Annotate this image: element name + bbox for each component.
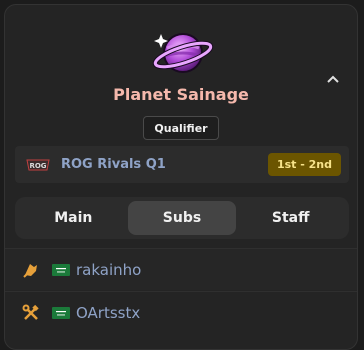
team-name[interactable]: Planet Sainage bbox=[5, 85, 357, 104]
player-name[interactable]: OArtsstx bbox=[76, 304, 140, 322]
chevron-up-icon bbox=[327, 75, 339, 83]
player-row[interactable]: rakainho bbox=[5, 248, 357, 290]
saudi-arabia-flag-icon bbox=[52, 263, 70, 276]
roster-tabs: Main Subs Staff bbox=[15, 197, 349, 239]
player-name[interactable]: rakainho bbox=[76, 261, 141, 279]
saudi-arabia-flag-icon bbox=[52, 306, 70, 319]
placement-badge: 1st - 2nd bbox=[267, 153, 341, 176]
player-row[interactable]: OArtsstx bbox=[5, 291, 357, 333]
rog-logo-text: ROG bbox=[29, 162, 46, 170]
event-row[interactable]: ROG ROG Rivals Q1 1st - 2nd bbox=[15, 146, 349, 183]
tab-main[interactable]: Main bbox=[19, 201, 128, 235]
tab-staff[interactable]: Staff bbox=[236, 201, 345, 235]
planet-icon bbox=[152, 33, 214, 73]
tools-icon bbox=[22, 304, 39, 320]
coach-icon bbox=[23, 263, 37, 278]
event-name[interactable]: ROG Rivals Q1 bbox=[61, 157, 166, 172]
tab-subs[interactable]: Subs bbox=[127, 201, 237, 235]
qualifier-badge: Qualifier bbox=[143, 116, 219, 140]
team-card: Planet Sainage Qualifier ROG ROG Rivals … bbox=[4, 4, 358, 350]
rog-logo-icon: ROG bbox=[26, 159, 50, 170]
